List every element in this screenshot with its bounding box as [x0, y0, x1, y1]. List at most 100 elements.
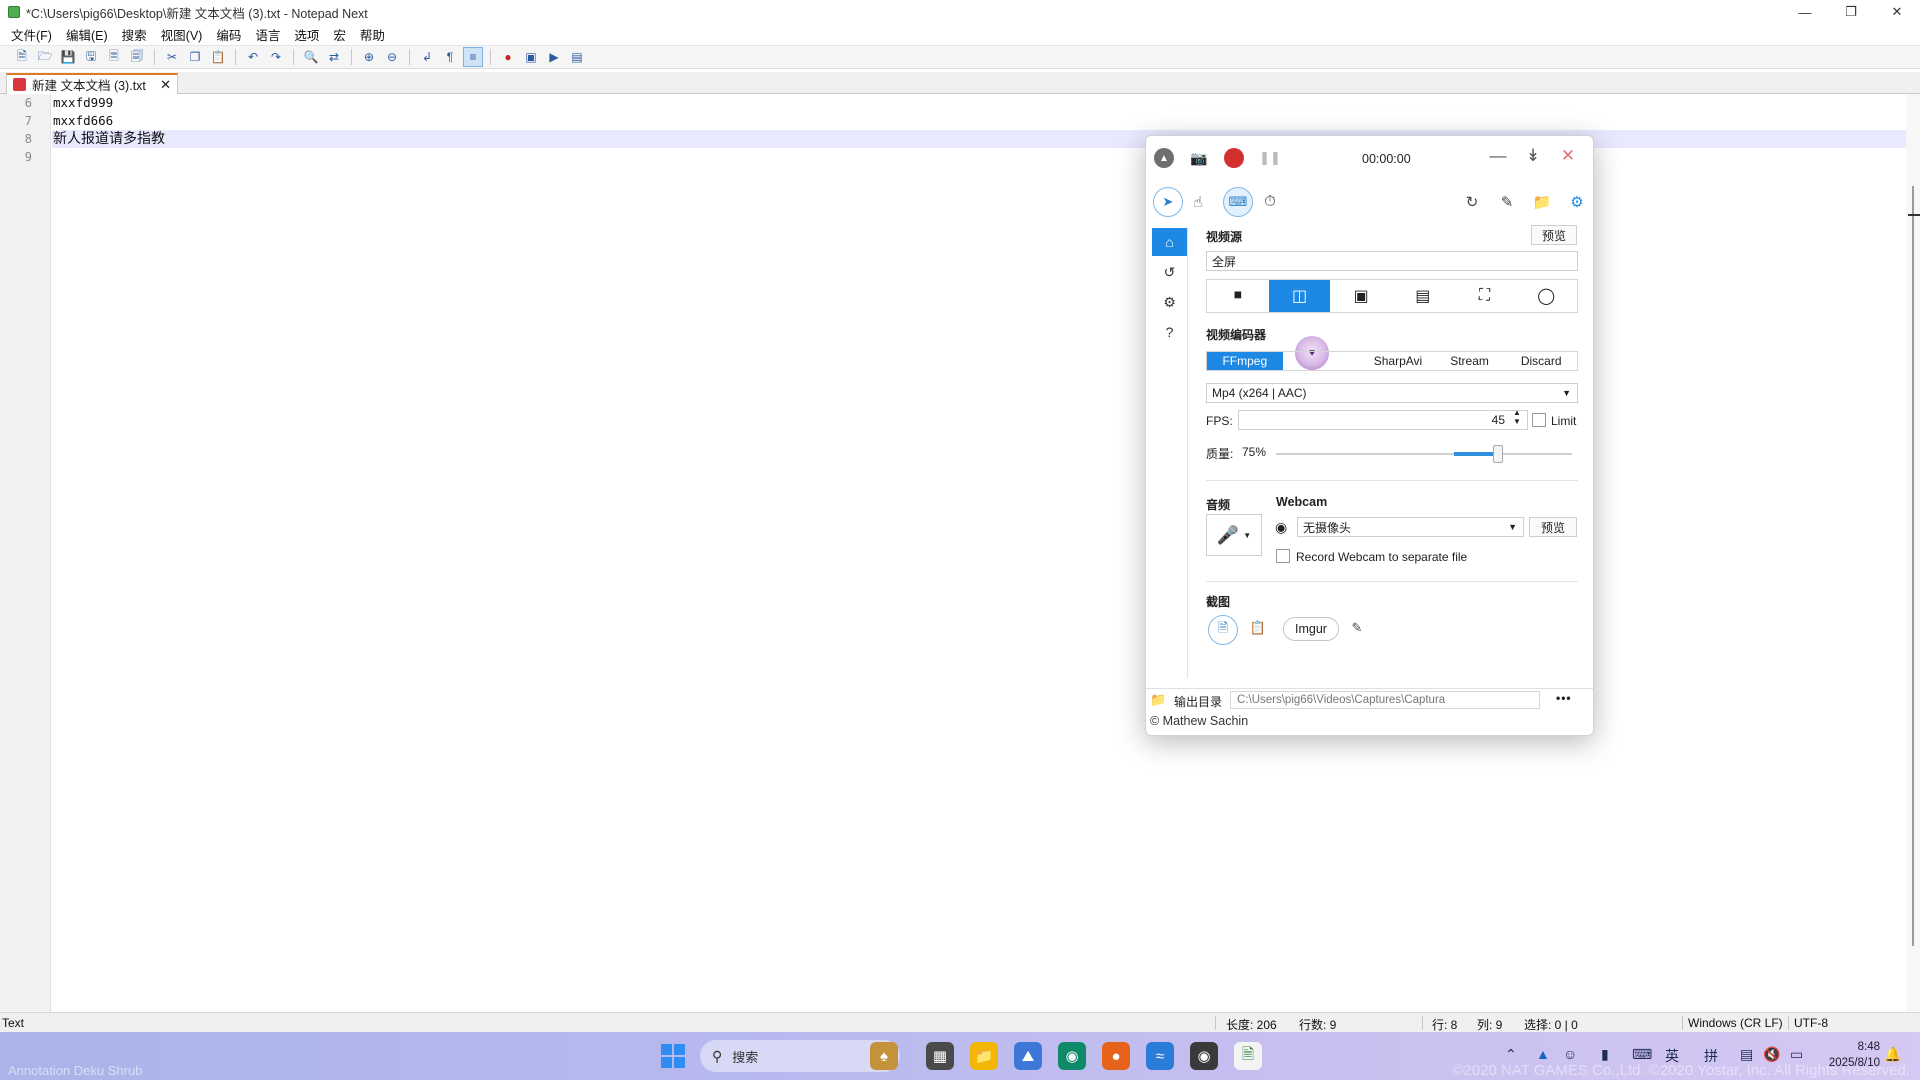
editor-line[interactable]: mxxfd666	[52, 112, 1906, 130]
close-all-icon[interactable]: 🗐	[127, 47, 147, 67]
close-icon[interactable]: ✕	[1874, 0, 1920, 24]
chevron-double-down-icon[interactable]: ↡	[1522, 146, 1544, 166]
camera-icon[interactable]: 📷	[1189, 148, 1209, 168]
tab-new-text-document[interactable]: 新建 文本文档 (3).txt ✕	[6, 73, 178, 94]
webcam-preview-button[interactable]: 预览	[1529, 517, 1577, 537]
indent-guide-icon[interactable]: ≡	[463, 47, 483, 67]
minimize-icon[interactable]: —	[1782, 0, 1828, 24]
new-file-icon[interactable]: 🗎	[12, 47, 32, 67]
save-icon[interactable]: 💾	[58, 47, 78, 67]
keyboard-icon[interactable]: ⌨	[1632, 1046, 1652, 1063]
zoom-out-icon[interactable]: ⊖	[382, 47, 402, 67]
ime-mode[interactable]: 拼	[1704, 1046, 1718, 1066]
close-icon[interactable]: ✕	[1557, 146, 1579, 166]
redo-icon[interactable]: ↷	[266, 47, 286, 67]
replace-icon[interactable]: ⇄	[324, 47, 344, 67]
edit-pencil-icon[interactable]: ✎	[1347, 620, 1367, 636]
more-options-button[interactable]: •••	[1556, 691, 1572, 705]
collapse-up-icon[interactable]: ▲	[1154, 148, 1174, 168]
menu-edit[interactable]: 编辑(E)	[59, 25, 115, 44]
window-source-icon[interactable]: ▤	[1392, 280, 1454, 312]
encoder-ffmpeg[interactable]: FFmpeg	[1207, 352, 1283, 370]
encoder-sharpavi[interactable]: SharpAvi	[1362, 352, 1434, 370]
editor-line-current[interactable]: 新人报道请多指教	[52, 130, 1906, 148]
menu-search[interactable]: 搜索	[115, 25, 154, 44]
refresh-icon[interactable]: ↻	[1462, 193, 1482, 211]
save-all-icon[interactable]: 🖫	[81, 47, 101, 67]
editor[interactable]: 6 7 8 9 mxxfd999 mxxfd666 新人报道请多指教	[0, 94, 1920, 1012]
chevron-up-icon[interactable]: ⌃	[1505, 1046, 1517, 1063]
close-file-icon[interactable]: 🗏	[104, 47, 124, 67]
system-clock[interactable]: 8:48 2025/8/10	[1829, 1039, 1880, 1071]
menu-macro[interactable]: 宏	[326, 25, 353, 44]
find-icon[interactable]: 🔍	[301, 47, 321, 67]
battery-icon[interactable]: ▮	[1601, 1046, 1609, 1063]
editor-line[interactable]: mxxfd999	[52, 94, 1906, 112]
video-source-field[interactable]: 全屏	[1206, 251, 1578, 271]
widget-tiger-icon[interactable]: ♠	[870, 1042, 898, 1070]
menu-encoding[interactable]: 编码	[209, 25, 248, 44]
macro-save-icon[interactable]: ▤	[567, 47, 587, 67]
stepper-arrows-icon[interactable]: ▲ ▼	[1513, 408, 1521, 426]
webcam-separate-checkbox[interactable]	[1276, 549, 1290, 563]
task-view-icon[interactable]: ▦	[926, 1042, 954, 1070]
imgur-button[interactable]: Imgur	[1283, 617, 1339, 641]
monitor-source-icon[interactable]: ▣	[1330, 280, 1392, 312]
limit-checkbox[interactable]	[1532, 413, 1546, 427]
tray-qq-icon[interactable]: ☺	[1563, 1046, 1577, 1062]
firefox-icon[interactable]: ●	[1102, 1042, 1130, 1070]
encoder-discard[interactable]: Discard	[1505, 352, 1577, 370]
copy-icon[interactable]: ❐	[185, 47, 205, 67]
macro-play-icon[interactable]: ▶	[544, 47, 564, 67]
editor-line[interactable]	[52, 148, 1906, 166]
menu-help[interactable]: 帮助	[353, 25, 392, 44]
language-indicator[interactable]: Text	[2, 1016, 24, 1030]
menu-options[interactable]: 选项	[287, 25, 326, 44]
region-source-icon[interactable]: ⛶	[1454, 280, 1516, 312]
home-icon[interactable]: ⌂	[1152, 228, 1187, 256]
settings-gear-icon[interactable]: ⚙	[1567, 193, 1587, 211]
open-file-icon[interactable]: 🗁	[35, 47, 55, 67]
menu-view[interactable]: 视图(V)	[154, 25, 210, 44]
fps-stepper[interactable]: 45	[1238, 410, 1528, 430]
edge-dev-icon[interactable]: ◉	[1058, 1042, 1086, 1070]
paste-icon[interactable]: 📋	[208, 47, 228, 67]
pause-icon[interactable]: ❚❚	[1259, 148, 1281, 168]
notepad-next-taskbar-icon[interactable]: 🗎	[1234, 1042, 1262, 1070]
screen-source-icon[interactable]: ◫	[1268, 280, 1331, 312]
macro-record-icon[interactable]: ●	[498, 47, 518, 67]
webcam-source-icon[interactable]: ⏹	[1207, 280, 1269, 312]
settings-icon[interactable]: ⚙	[1152, 288, 1187, 316]
menu-file[interactable]: 文件(F)	[4, 25, 59, 44]
battery-status-icon[interactable]: ▭	[1790, 1046, 1803, 1063]
folder-icon[interactable]: 📁	[1532, 193, 1552, 211]
preview-button[interactable]: 预览	[1531, 225, 1577, 245]
menu-language[interactable]: 语言	[248, 25, 287, 44]
volume-muted-icon[interactable]: 🔇	[1763, 1046, 1780, 1063]
output-dir-field[interactable]: C:\Users\pig66\Videos\Captures\Captura	[1230, 691, 1540, 709]
notification-bell-icon[interactable]: 🔔	[1884, 1046, 1901, 1063]
app-blue-icon[interactable]: ≈	[1146, 1042, 1174, 1070]
zoom-in-icon[interactable]: ⊕	[359, 47, 379, 67]
word-wrap-icon[interactable]: ↲	[417, 47, 437, 67]
cut-icon[interactable]: ✂	[162, 47, 182, 67]
vertical-scrollbar[interactable]	[1906, 94, 1920, 1012]
windows-start-icon[interactable]	[661, 1044, 685, 1068]
gamepad-source-icon[interactable]: ◯	[1515, 280, 1577, 312]
quality-slider[interactable]	[1276, 445, 1572, 463]
eol-format[interactable]: Windows (CR LF)	[1688, 1016, 1783, 1030]
macro-stop-icon[interactable]: ▣	[521, 47, 541, 67]
ime-language[interactable]: 英	[1665, 1046, 1679, 1066]
format-dropdown[interactable]: Mp4 (x264 | AAC) ▼	[1206, 383, 1578, 403]
record-button[interactable]	[1224, 148, 1244, 168]
microphone-button[interactable]: 🎤 ▼	[1206, 514, 1262, 556]
clipboard-icon[interactable]: 📋	[1248, 620, 1268, 636]
file-explorer-icon[interactable]: 📁	[970, 1042, 998, 1070]
click-hand-icon[interactable]: ☝	[1188, 193, 1208, 211]
history-icon[interactable]: ↺	[1152, 258, 1187, 286]
undo-icon[interactable]: ↶	[243, 47, 263, 67]
network-icon[interactable]: ▤	[1740, 1046, 1753, 1063]
cursor-toggle-icon[interactable]: ➤	[1153, 187, 1183, 217]
captura-taskbar-icon[interactable]: ◉	[1190, 1042, 1218, 1070]
minimize-icon[interactable]: —	[1487, 146, 1509, 166]
